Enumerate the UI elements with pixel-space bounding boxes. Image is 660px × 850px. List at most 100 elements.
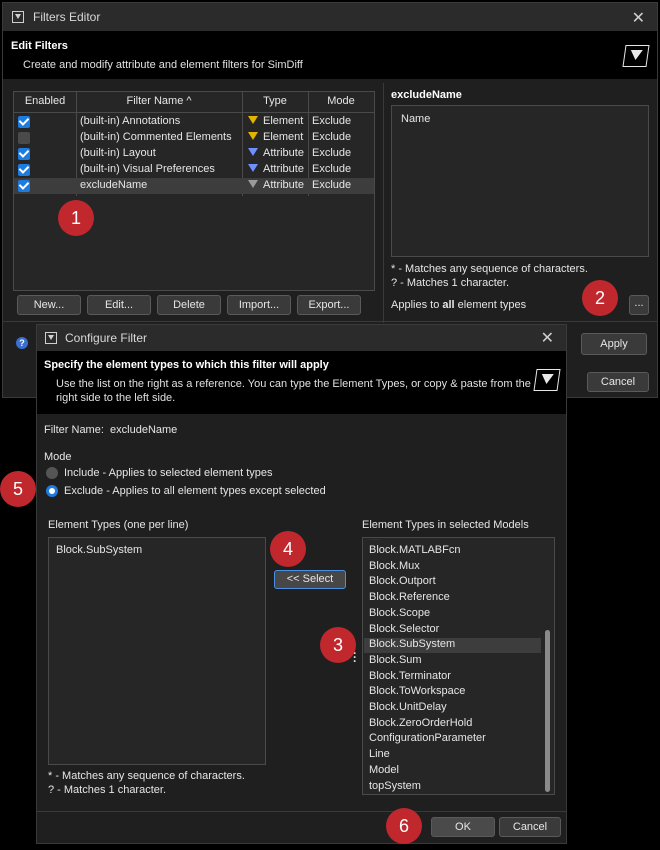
type-cell: Attribute [263, 147, 304, 159]
export-button[interactable]: Export... [297, 295, 361, 315]
filter-app-icon [12, 11, 24, 23]
mode-cell: Exclude [312, 179, 352, 191]
table-header: Enabled Filter Name ^ Type Mode [14, 92, 374, 113]
filters-table: Enabled Filter Name ^ Type Mode (built-i… [13, 91, 375, 291]
select-button[interactable]: << Select [274, 570, 346, 589]
filter-name-cell: excludeName [80, 179, 148, 191]
ok-button[interactable]: OK [431, 817, 495, 837]
element-types-reference-list[interactable]: .... Block.MATLABFcnBlock.MuxBlock.Outpo… [362, 537, 555, 795]
table-row[interactable]: (built-in) Annotations Element Exclude [14, 114, 374, 130]
detail-hint-star: * - Matches any sequence of characters. [391, 263, 588, 275]
applies-prefix: Applies to [391, 299, 443, 311]
edit-button[interactable]: Edit... [87, 295, 151, 315]
exclude-option-label[interactable]: Exclude - Applies to all element types e… [64, 485, 326, 497]
header-banner: Edit Filters Create and modify attribute… [3, 31, 657, 79]
enabled-checkbox[interactable] [18, 164, 30, 176]
filter-banner-icon [622, 45, 650, 67]
dialog-header: Specify the element types to which this … [37, 351, 566, 414]
reference-list-item[interactable]: ConfigurationParameter [369, 732, 486, 747]
attribute-filter-icon [248, 164, 258, 172]
dialog-close-icon[interactable]: ✕ [541, 328, 554, 348]
enabled-checkbox[interactable] [18, 180, 30, 192]
reference-list-item[interactable]: Block.Mux [369, 560, 420, 575]
close-icon[interactable]: ✕ [632, 8, 645, 28]
help-icon[interactable]: ? [16, 337, 28, 349]
dialog-bottom-divider [37, 811, 566, 812]
mode-cell: Exclude [312, 163, 352, 175]
dialog-title-bar: Configure Filter ✕ [37, 325, 566, 351]
include-radio[interactable] [46, 467, 58, 479]
reference-list-item[interactable]: Block.SubSystem [364, 638, 541, 654]
configure-filter-dialog: Configure Filter ✕ Specify the element t… [36, 324, 567, 844]
applies-bold: all [442, 299, 455, 311]
reference-list-item[interactable]: Block.MATLABFcn [369, 544, 461, 559]
header-title: Edit Filters [11, 40, 68, 52]
column-mode[interactable]: Mode [308, 95, 374, 107]
element-filter-icon [248, 116, 258, 124]
annotation-marker-4: 4 [270, 531, 306, 567]
reference-list-item[interactable]: Block.ToWorkspace [369, 685, 465, 700]
annotation-marker-5: 5 [0, 471, 36, 507]
reference-list-item[interactable]: Block.Terminator [369, 670, 451, 685]
filter-name-cell: (built-in) Layout [80, 147, 156, 159]
annotation-marker-3: 3 [320, 627, 356, 663]
exclude-radio[interactable] [46, 485, 58, 497]
dialog-title: Configure Filter [65, 331, 148, 345]
column-type[interactable]: Type [242, 95, 308, 107]
table-row[interactable]: (built-in) Commented Elements Element Ex… [14, 130, 374, 146]
filter-name-cell: (built-in) Annotations [80, 115, 181, 127]
import-button[interactable]: Import... [227, 295, 291, 315]
window-title: Filters Editor [33, 10, 101, 24]
type-cell: Element [263, 115, 304, 127]
main-cancel-button[interactable]: Cancel [587, 372, 649, 392]
new-button[interactable]: New... [17, 295, 81, 315]
enabled-checkbox[interactable] [18, 148, 30, 160]
detail-title: excludeName [391, 89, 462, 101]
type-cell: Attribute [263, 179, 304, 191]
filter-banner-icon [533, 369, 561, 391]
filter-name-value: excludeName [110, 424, 178, 436]
element-filter-icon [248, 132, 258, 140]
filter-name-row: Filter Name: excludeName [44, 424, 177, 436]
reference-list-item[interactable]: Block.Reference [369, 591, 450, 606]
reference-list-item[interactable]: Model [369, 764, 399, 779]
reference-list-item[interactable]: Block.Scope [369, 607, 430, 622]
reference-list-item[interactable]: Block.UnitDelay [369, 701, 447, 716]
list-scrollbar-thumb[interactable] [545, 630, 550, 792]
dialog-header-line2: right side to the left side. [56, 392, 176, 404]
enabled-checkbox[interactable] [18, 132, 30, 144]
attribute-filter-icon [248, 148, 258, 156]
reference-list-item[interactable]: Block.Outport [369, 575, 436, 590]
element-types-value: Block.SubSystem [56, 544, 143, 556]
column-filter-name[interactable]: Filter Name ^ [76, 95, 242, 107]
apply-button[interactable]: Apply [581, 333, 647, 355]
detail-content-box[interactable]: Name [391, 105, 649, 257]
dialog-header-line1: Use the list on the right as a reference… [56, 378, 531, 390]
bottom-divider [3, 321, 657, 322]
edit-element-types-button[interactable]: ... [629, 295, 649, 315]
filter-name-cell: (built-in) Commented Elements [80, 131, 232, 143]
right-list-label: Element Types in selected Models [362, 519, 529, 531]
left-list-label: Element Types (one per line) [48, 519, 189, 531]
include-option-label[interactable]: Include - Applies to selected element ty… [64, 467, 273, 479]
column-enabled[interactable]: Enabled [14, 95, 76, 107]
reference-list-item[interactable]: Block.Selector [369, 623, 439, 638]
reference-list-item[interactable]: Block.ZeroOrderHold [369, 717, 472, 732]
delete-button[interactable]: Delete [157, 295, 221, 315]
mode-label: Mode [44, 451, 72, 463]
panel-divider [383, 83, 384, 323]
dialog-cancel-button[interactable]: Cancel [499, 817, 561, 837]
reference-list-item[interactable]: Block.Sum [369, 654, 422, 669]
title-bar: Filters Editor ✕ [3, 3, 657, 31]
enabled-checkbox[interactable] [18, 116, 30, 128]
table-row[interactable]: (built-in) Layout Attribute Exclude [14, 146, 374, 162]
table-row-selected[interactable]: excludeName Attribute Exclude [14, 178, 374, 194]
reference-list-item[interactable]: Line [369, 748, 390, 763]
partial-list-item: .... [369, 538, 380, 540]
reference-list-item[interactable]: topSystem [369, 780, 421, 795]
table-row[interactable]: (built-in) Visual Preferences Attribute … [14, 162, 374, 178]
element-types-input[interactable]: Block.SubSystem [48, 537, 266, 765]
annotation-marker-1: 1 [58, 200, 94, 236]
detail-content: Name [401, 113, 431, 125]
applies-suffix: element types [454, 299, 527, 311]
